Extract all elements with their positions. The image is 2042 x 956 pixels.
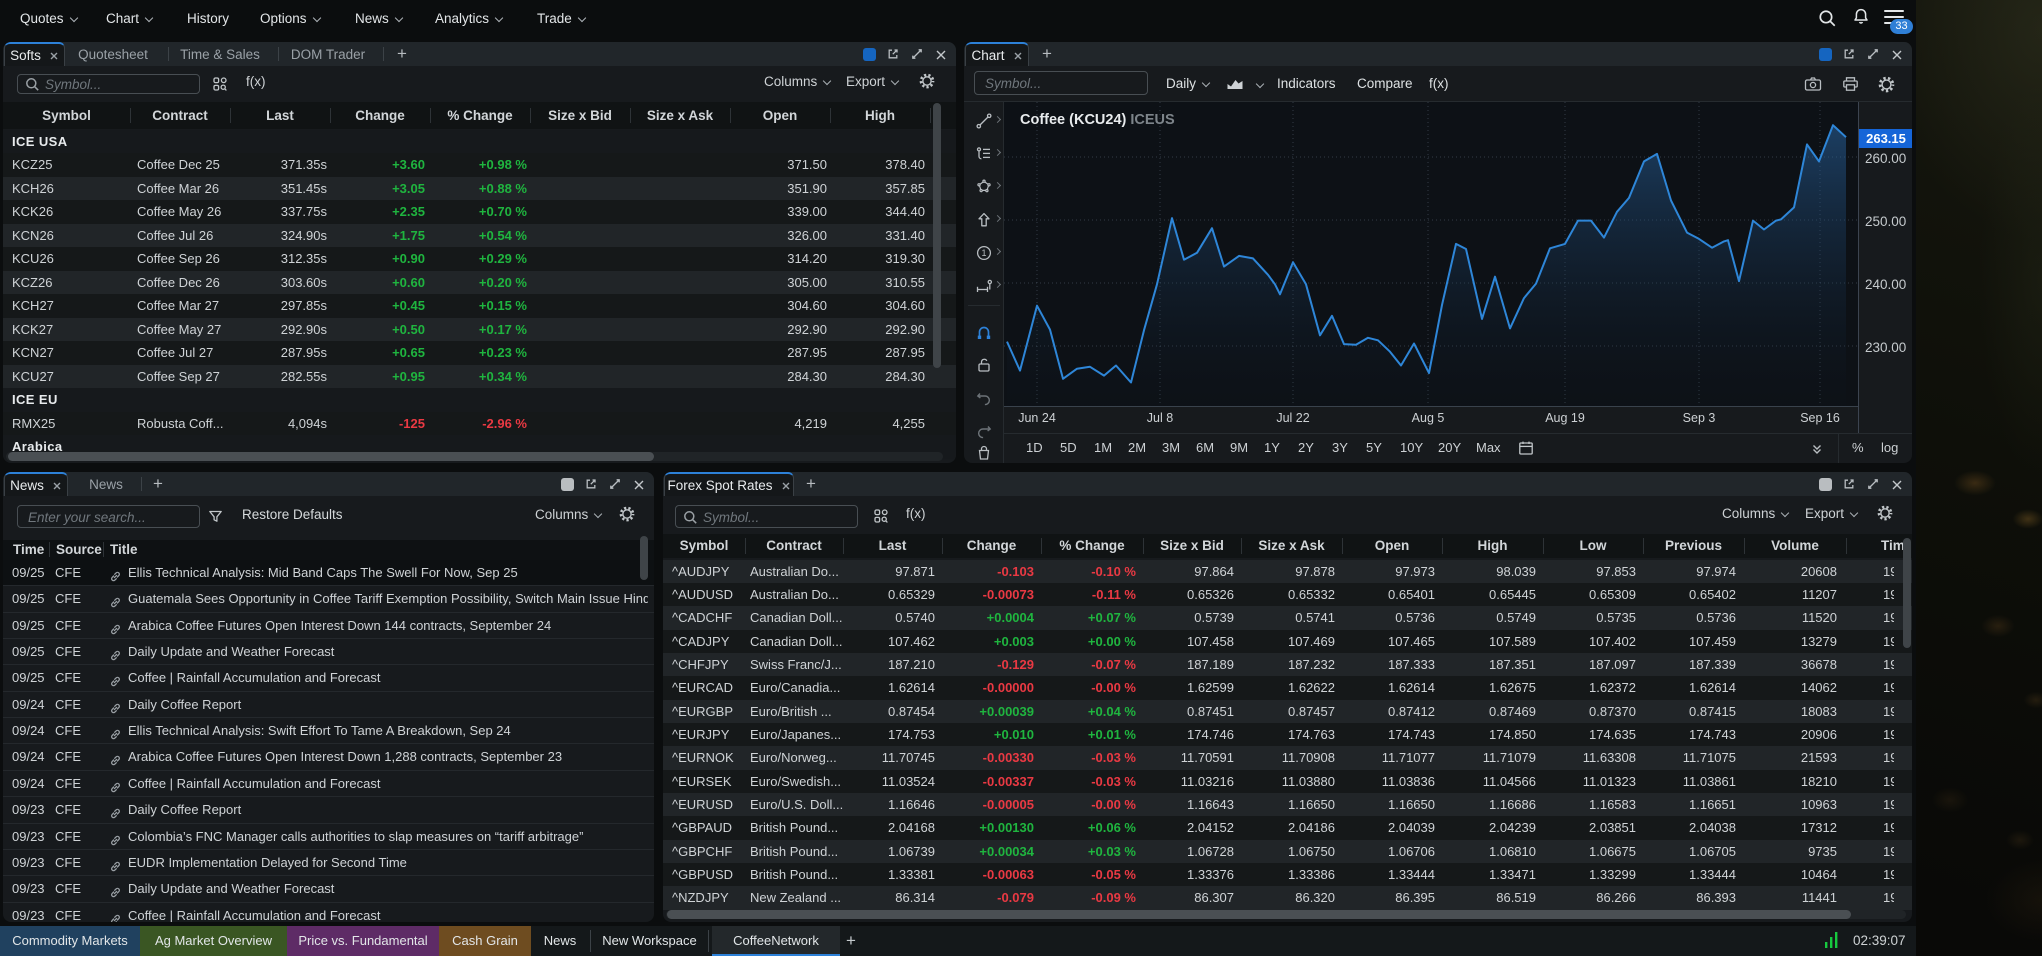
svg-text:1: 1 [981,248,986,258]
